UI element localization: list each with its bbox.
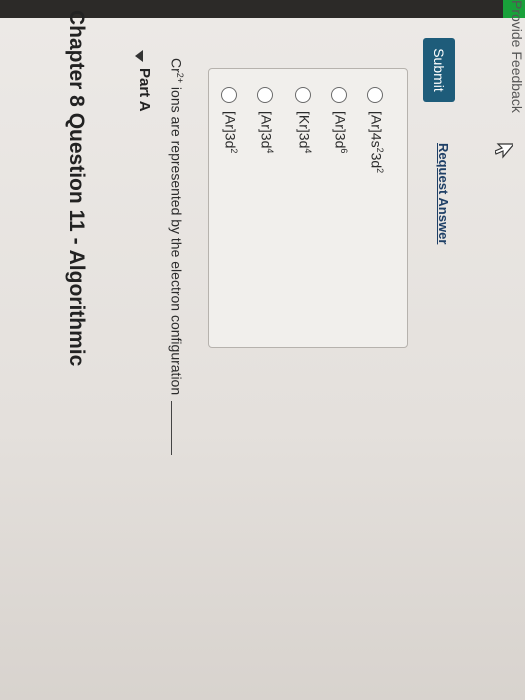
- question-ion-charge: 2+: [175, 72, 185, 84]
- radio-button[interactable]: [295, 87, 311, 103]
- radio-button[interactable]: [331, 87, 347, 103]
- answer-blank: [171, 401, 173, 456]
- provide-feedback-link[interactable]: Provide Feedback: [509, 0, 525, 113]
- question-body: ions are represented by the electron con…: [168, 83, 185, 396]
- radio-button[interactable]: [221, 87, 237, 103]
- assignment-page: Chapter 8 Question 11 - Algorithmic Part…: [0, 0, 525, 700]
- part-label[interactable]: Part A: [136, 68, 153, 112]
- submit-button[interactable]: Submit: [423, 38, 455, 102]
- option-label: [Ar]3d4: [258, 111, 275, 154]
- radio-button[interactable]: [257, 87, 273, 103]
- answer-options-box: [Ar]3d2 [Ar]3d4 [Kr]3d4 [Ar]3d6 [Ar]4s23…: [208, 68, 408, 348]
- radio-button[interactable]: [367, 87, 383, 103]
- request-answer-link[interactable]: Request Answer: [436, 143, 451, 244]
- question-ion: Cr: [168, 58, 185, 73]
- option-label: [Ar]3d2: [222, 111, 239, 154]
- option-label: [Ar]4s23d2: [368, 111, 385, 174]
- mouse-cursor-icon: [495, 143, 513, 159]
- page-title: Chapter 8 Question 11 - Algorithmic: [65, 10, 88, 367]
- option-label: [Ar]3d6: [332, 111, 349, 154]
- option-label: [Kr]3d4: [296, 111, 313, 154]
- question-text: Cr2+ ions are represented by the electro…: [168, 58, 185, 456]
- collapse-arrow-icon[interactable]: [135, 50, 143, 62]
